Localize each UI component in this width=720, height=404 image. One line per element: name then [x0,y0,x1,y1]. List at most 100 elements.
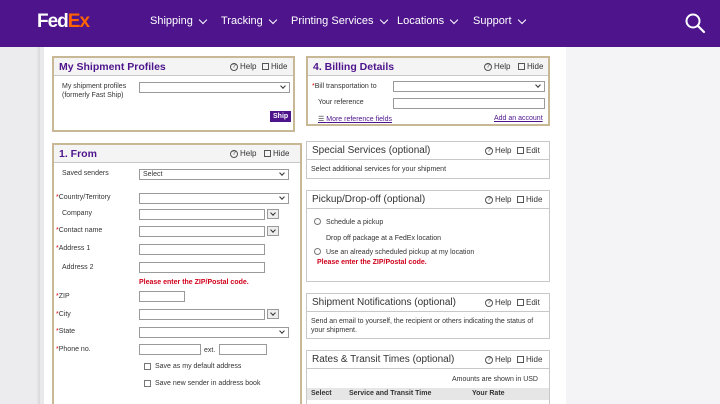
edit-icon [517,147,524,154]
help-icon: ? [485,195,493,204]
logo-ex: Ex [67,11,90,32]
company-lookup[interactable] [267,209,279,219]
edit-link[interactable]: Edit [517,146,540,155]
country-text: Country/Territory [58,194,111,201]
save-default-label: Save as my default address [155,363,242,370]
nav-locations-label: Locations [397,15,445,27]
chevron-down-icon [449,15,459,24]
more-reference-link[interactable]: ☰ More reference fields [318,115,392,123]
contact-input[interactable] [139,226,265,237]
help-link[interactable]: ? Help [484,62,510,71]
profiles-select[interactable] [139,82,290,93]
top-nav: FedEx Shipping Tracking Printing Service… [0,0,720,47]
nav-tracking-label: Tracking [221,15,263,27]
bill-to-select[interactable] [393,81,545,92]
nav-printing-label: Printing Services [291,15,374,27]
address1-label: *Address 1 [56,244,90,253]
existing-pickup-radio[interactable] [314,248,321,255]
saved-senders-select[interactable]: Select [139,169,289,180]
panel-title: Special Services (optional) [312,145,431,156]
dropdown-icon [278,329,286,336]
city-input[interactable] [139,309,265,320]
hide-link[interactable]: Hide [517,195,542,204]
collapse-icon [262,63,269,70]
hide-link[interactable]: Hide [517,355,542,364]
collapse-icon [518,63,525,70]
hide-link[interactable]: Hide [262,62,287,71]
state-select[interactable] [139,327,289,338]
schedule-pickup-radio[interactable] [314,218,321,225]
chevron-down-icon [198,15,208,24]
zip-input[interactable] [139,291,185,302]
list-icon: ☰ [318,116,327,123]
nav-support[interactable]: Support [473,15,526,27]
ext-input[interactable] [219,344,267,355]
edit-icon [517,299,524,306]
nav-locations[interactable]: Locations [397,15,459,27]
panel-title: Shipment Notifications (optional) [312,297,456,308]
help-link[interactable]: ? Help [485,195,511,204]
collapse-icon [264,150,271,157]
nav-tracking[interactable]: Tracking [221,15,278,27]
hide-label: Hide [273,149,290,158]
saved-senders-value: Select [143,171,163,178]
rates-table-header: Select Service and Transit Time Your Rat… [307,388,549,400]
address2-input[interactable] [139,262,265,273]
edit-label: Edit [526,146,540,155]
hide-link[interactable]: Hide [518,62,543,71]
add-account-link[interactable]: Add an account [494,115,543,122]
special-services-desc: Select additional services for your ship… [311,166,447,173]
edit-link[interactable]: Edit [517,298,540,307]
address2-label: Address 2 [62,264,94,271]
panel-header: Special Services (optional) ? Help Edit [307,142,549,160]
schedule-pickup-label: Schedule a pickup [326,219,384,226]
nav-shipping[interactable]: Shipping [150,15,208,27]
shipment-profiles-panel: My Shipment Profiles ? Help Hide My shipm… [52,56,295,132]
right-gutter [566,47,720,404]
reference-input[interactable] [393,98,545,109]
notifications-desc: Send an email to yourself, the recipient… [311,318,534,334]
fedex-logo[interactable]: FedEx [37,11,90,33]
pickup-dropoff-panel: Pickup/Drop-off (optional) ? Help Hide Sc… [306,190,550,282]
saved-senders-label: Saved senders [62,170,109,177]
panel-header: 1. From ? Help Hide [54,145,300,163]
hide-link[interactable]: Hide [264,149,289,158]
edit-label: Edit [526,298,540,307]
help-link[interactable]: ? Help [230,149,256,158]
drop-off-label[interactable]: Drop off package at a FedEx location [326,234,441,243]
panel-header: 4. Billing Details ? Help Hide [308,58,548,76]
contact-lookup[interactable] [267,226,279,236]
help-link[interactable]: ? Help [485,298,511,307]
save-default-checkbox[interactable] [144,363,151,370]
nav-printing-services[interactable]: Printing Services [291,15,388,27]
save-new-sender-checkbox[interactable] [144,380,151,387]
billing-details-panel: 4. Billing Details ? Help Hide *Bill tran… [306,56,550,126]
country-select[interactable] [139,193,289,204]
address1-input[interactable] [139,244,265,255]
address1-text: Address 1 [58,245,91,252]
help-link[interactable]: ? Help [485,146,511,155]
phone-input[interactable] [139,344,201,355]
ext-label: ext. [204,347,216,354]
rates-transit-panel: Rates & Transit Times (optional) ? Help H… [306,350,550,404]
contact-label: *Contact name [56,226,102,235]
city-text: City [58,311,71,318]
search-icon[interactable] [684,12,706,34]
col-select: Select [311,390,332,397]
special-services-panel: Special Services (optional) ? Help Edit S… [306,141,550,179]
chevron-down-icon [379,15,388,24]
zip-text: ZIP [58,293,70,300]
col-service: Service and Transit Time [349,390,432,397]
help-link[interactable]: ? Help [230,62,256,71]
amounts-currency-note: Amounts are shown in USD [452,376,538,383]
help-label: Help [240,62,257,71]
zip-error: Please enter the ZIP/Postal code. [139,279,249,286]
help-label: Help [240,149,257,158]
dropdown-icon [278,195,286,202]
panel-title: My Shipment Profiles [59,61,166,73]
company-input[interactable] [139,209,265,220]
city-lookup[interactable] [267,309,279,319]
ship-button[interactable]: Ship [270,111,292,122]
help-link[interactable]: ? Help [485,355,511,364]
hide-label: Hide [526,355,543,364]
